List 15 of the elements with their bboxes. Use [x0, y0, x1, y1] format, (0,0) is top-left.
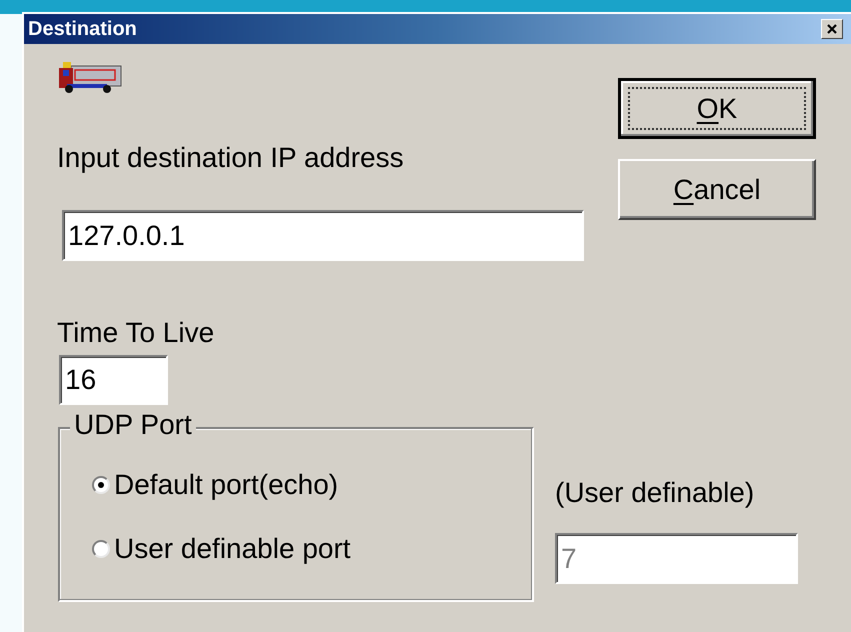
truck-icon [57, 62, 123, 94]
close-button[interactable] [821, 19, 843, 39]
time-to-live-field[interactable]: 16 [59, 355, 168, 405]
ip-address-label: Input destination IP address [57, 144, 405, 172]
radio-label[interactable]: Default port(echo) [114, 471, 338, 499]
ok-button[interactable]: OK [618, 78, 816, 139]
ip-address-field[interactable]: 127.0.0.1 [62, 210, 584, 261]
radio-button[interactable] [92, 476, 110, 494]
window-title: Destination [28, 17, 137, 42]
time-to-live-label: Time To Live [57, 319, 216, 347]
user-definable-label: (User definable) [555, 479, 756, 507]
radio-label[interactable]: User definable port [114, 535, 351, 563]
cancel-button[interactable]: Cancel [618, 159, 816, 220]
close-icon [826, 23, 838, 35]
radio-button[interactable] [92, 540, 110, 558]
